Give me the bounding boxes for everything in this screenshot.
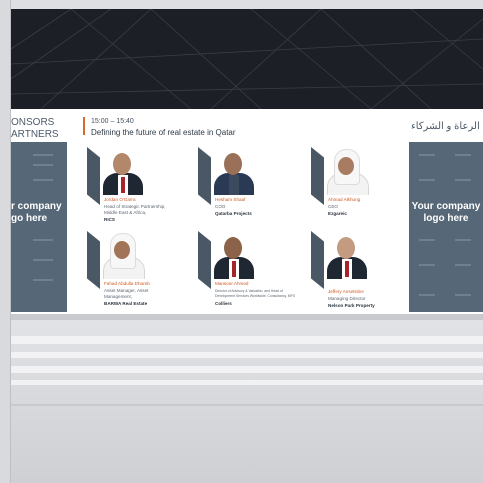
sponsors-logo-panel — [409, 142, 483, 312]
speaker-org: Qatarba Projects — [215, 211, 252, 216]
logo-text-line2: go here — [11, 213, 48, 224]
left-sponsors-panel: ONSORS ARTNERS r company go here — [11, 109, 81, 314]
speaker-photo — [324, 149, 370, 195]
speaker-role: Middle East & Africa, — [104, 210, 147, 215]
sponsors-title-line2: ARTNERS — [11, 129, 59, 140]
sponsor-logo-placeholder — [455, 179, 471, 181]
speaker-org: Colliers — [215, 301, 232, 306]
speaker-name: Hesham Shaaf — [215, 197, 246, 202]
speaker-role: Development Services Worldwide, Consulta… — [215, 294, 295, 298]
speaker-role: Managing Director — [328, 296, 366, 301]
top-frame — [0, 0, 483, 9]
speaker-org: Ezgareic — [328, 211, 347, 216]
sponsor-logo-placeholder — [33, 279, 53, 281]
sponsor-logo-placeholder — [33, 164, 53, 166]
sponsor-logo-placeholder — [33, 179, 53, 181]
speaker-photo — [324, 233, 370, 279]
sponsor-logo-placeholder — [419, 239, 435, 241]
session-time: 15:00 – 15:40 — [91, 118, 134, 125]
sponsor-logo-placeholder — [33, 239, 53, 241]
light-strip — [11, 380, 483, 385]
speaker-org: BARWA Real Estate — [104, 301, 148, 306]
stage-edge — [11, 314, 483, 320]
sponsor-logo-placeholder — [455, 264, 471, 266]
light-strip — [11, 336, 483, 344]
sponsor-logo-placeholder — [33, 259, 53, 261]
left-frame — [0, 0, 11, 483]
sponsor-logo-placeholder — [419, 264, 435, 266]
speaker-photo — [100, 233, 146, 279]
ceiling-lines — [11, 9, 483, 109]
speaker-name: Ahmad Alkhung — [328, 197, 361, 202]
light-strip — [11, 352, 483, 358]
speaker-card-panel — [311, 147, 324, 205]
sponsors-logo-panel — [11, 142, 67, 312]
speaker-card-panel — [198, 231, 211, 289]
sponsor-logo-placeholder — [419, 294, 435, 296]
speaker-photo — [100, 149, 146, 195]
speaker-card-panel — [87, 147, 100, 205]
speaker-card-panel — [198, 147, 211, 205]
sponsors-title-arabic: الرعاة و الشركاء — [411, 121, 480, 132]
sponsor-logo-placeholder — [419, 179, 435, 181]
logo-text-line2: logo here — [423, 213, 469, 224]
logo-text-line1: r company — [11, 201, 62, 212]
speaker-card-panel — [87, 231, 100, 289]
speaker-photo — [211, 149, 257, 195]
sponsors-title-line1: ONSORS — [11, 117, 55, 128]
speaker-role: COO — [215, 204, 226, 209]
sponsor-logo-placeholder — [455, 239, 471, 241]
session-accent-bar — [83, 117, 85, 135]
speaker-name: Jordan O'Garra — [104, 197, 136, 202]
speaker-name: Fahad Abdulla Dhareb — [104, 281, 150, 286]
speaker-org: Nelson Park Property — [328, 303, 375, 308]
speaker-name: Mansoor Ahmed — [215, 281, 249, 286]
sponsor-logo-placeholder — [33, 154, 53, 156]
logo-text-line1: Your company — [411, 201, 481, 212]
speaker-role: CEO — [328, 204, 338, 209]
display-screen: ONSORS ARTNERS r company go here 15:00 –… — [11, 109, 483, 314]
session-title: Defining the future of real estate in Qa… — [91, 128, 236, 137]
ceiling-panel — [11, 9, 483, 109]
speaker-org: RICS — [104, 217, 115, 222]
sponsor-logo-placeholder — [455, 294, 471, 296]
stage-front — [11, 314, 483, 483]
sponsor-logo-placeholder — [455, 154, 471, 156]
speaker-name: Jeffery Anselstine — [328, 289, 364, 294]
light-strip — [11, 366, 483, 373]
sponsor-logo-placeholder — [419, 154, 435, 156]
speaker-card-panel — [311, 231, 324, 289]
speaker-role: Management, — [104, 294, 133, 299]
speaker-photo — [211, 233, 257, 279]
event-stage-photo: ONSORS ARTNERS r company go here 15:00 –… — [0, 0, 483, 483]
right-sponsors-panel: الرعاة و الشركاء Your company logo here — [409, 109, 483, 314]
floor-line — [11, 404, 483, 406]
